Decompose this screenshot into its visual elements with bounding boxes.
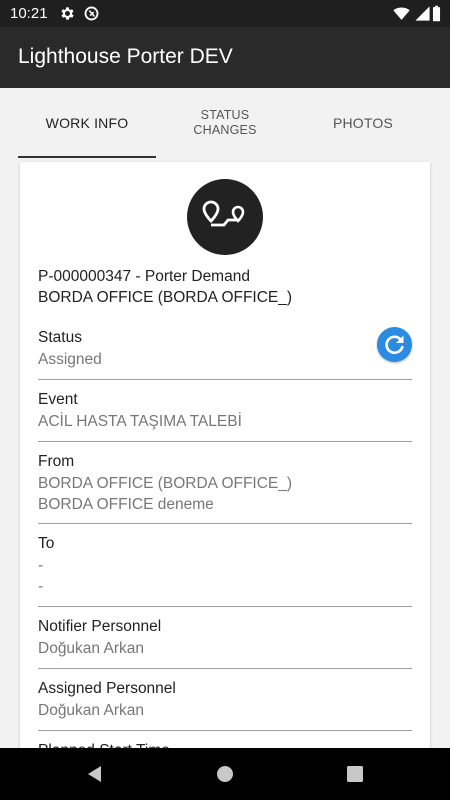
- assigned-label: Assigned Personnel: [38, 680, 176, 697]
- tab-work-info[interactable]: WORK INFO: [18, 88, 156, 158]
- notifier-value: Doğukan Arkan: [38, 640, 144, 657]
- settings-icon: [61, 7, 74, 20]
- tab-photos[interactable]: PHOTOS: [294, 88, 432, 158]
- status-field: Status Assigned: [38, 327, 412, 380]
- to-location: -: [38, 557, 44, 574]
- back-icon[interactable]: [85, 764, 105, 784]
- work-location: BORDA OFFICE (BORDA OFFICE_): [38, 289, 293, 306]
- work-summary: P-000000347 - Porter Demand BORDA OFFICE…: [38, 266, 292, 308]
- to-sublocation: -: [38, 578, 44, 595]
- from-label: From: [38, 453, 75, 470]
- clock: 10:21: [10, 5, 48, 22]
- assigned-value: Doğukan Arkan: [38, 702, 144, 719]
- tab-status-changes[interactable]: STATUS CHANGES: [156, 88, 294, 158]
- assigned-field: Assigned Personnel Doğukan Arkan: [38, 678, 412, 731]
- wifi-icon: [393, 7, 410, 20]
- app-title: Lighthouse Porter DEV: [18, 45, 233, 68]
- status-bar: 10:21: [0, 0, 450, 27]
- tab-label: PHOTOS: [332, 115, 394, 131]
- status-label: Status: [38, 329, 82, 346]
- refresh-icon: [385, 335, 404, 355]
- notifier-label: Notifier Personnel: [38, 618, 162, 635]
- notifier-field: Notifier Personnel Doğukan Arkan: [38, 616, 412, 669]
- refresh-status-button[interactable]: [377, 327, 412, 362]
- work-info-card: P-000000347 - Porter Demand BORDA OFFICE…: [20, 162, 430, 762]
- to-field: To - -: [38, 533, 412, 607]
- tab-label: STATUS CHANGES: [193, 108, 257, 137]
- route-icon: [202, 200, 245, 227]
- signal-icon: [415, 6, 430, 21]
- status-value: Assigned: [38, 351, 102, 368]
- sync-disabled-icon: [84, 6, 99, 21]
- to-label: To: [38, 535, 55, 552]
- from-sublocation: BORDA OFFICE deneme: [38, 496, 214, 513]
- app-bar: Lighthouse Porter DEV: [0, 27, 450, 88]
- tab-indicator: [18, 156, 156, 158]
- event-field: Event ACİL HASTA TAŞIMA TALEBİ: [38, 389, 412, 442]
- home-icon[interactable]: [215, 764, 235, 784]
- event-value: ACİL HASTA TAŞIMA TALEBİ: [38, 413, 242, 430]
- navigation-bar: [0, 748, 450, 800]
- tab-bar: WORK INFO STATUS CHANGES PHOTOS: [0, 88, 450, 158]
- tab-label: WORK INFO: [45, 115, 129, 131]
- from-field: From BORDA OFFICE (BORDA OFFICE_) BORDA …: [38, 451, 412, 524]
- battery-icon: [432, 5, 441, 22]
- work-id-title: P-000000347 - Porter Demand: [38, 268, 250, 285]
- recents-icon[interactable]: [345, 764, 365, 784]
- from-location: BORDA OFFICE (BORDA OFFICE_): [38, 475, 293, 492]
- route-avatar: [187, 179, 263, 255]
- event-label: Event: [38, 391, 78, 408]
